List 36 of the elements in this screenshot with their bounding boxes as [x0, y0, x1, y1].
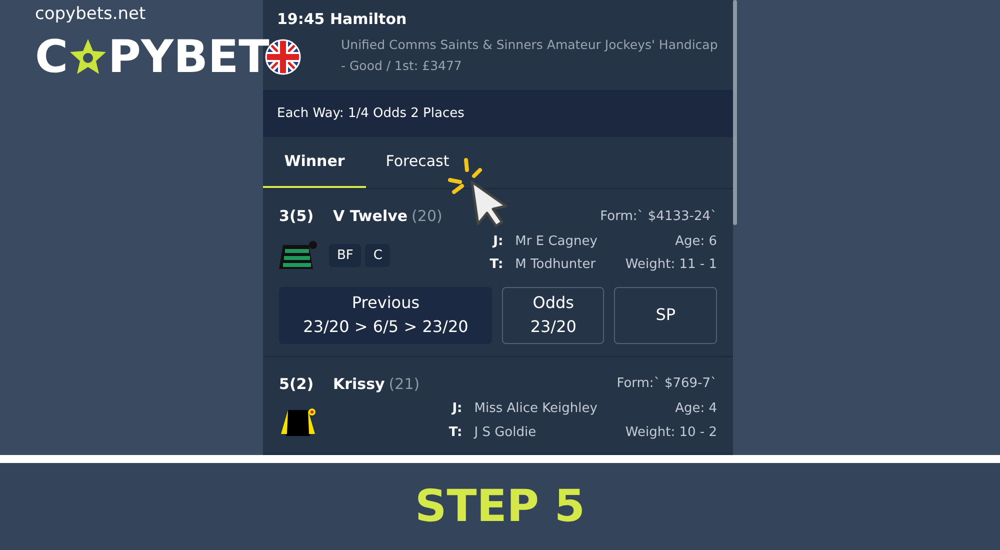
trainer-name: J S Goldie	[474, 424, 538, 442]
tab[interactable]: Forecast	[366, 137, 469, 188]
runner-age: Age: 6	[674, 232, 717, 250]
runner-number: 5(2)	[279, 374, 315, 394]
tab[interactable]: Winner	[263, 137, 366, 188]
odds-button[interactable]: Odds 23/20	[502, 286, 604, 344]
jockey-label: J:	[493, 232, 504, 250]
previous-odds-button[interactable]: Previous 23/20 > 6/5 > 23/20	[279, 286, 492, 344]
runner-tag: C	[365, 244, 390, 268]
runner-name: Krissy	[333, 374, 385, 394]
trainer-name: M Todhunter	[515, 256, 597, 274]
runner-tag: BF	[329, 244, 362, 268]
jockey-silk-icon	[279, 408, 317, 438]
race-name: Unified Comms Saints & Sinners Amateur Jockeys' Handicap	[340, 36, 719, 54]
jockey-name: Mr E Cagney	[515, 232, 598, 250]
runner-weight: Weight: 11 - 1	[624, 256, 717, 274]
star-icon	[68, 36, 108, 76]
runner-weight: Weight: 10 - 2	[624, 424, 717, 442]
runner-number: 3(5)	[279, 206, 315, 227]
runner-age: Age: 4	[674, 400, 717, 418]
step-title: STEP 5	[415, 480, 585, 534]
jockey-name: Miss Alice Keighley	[474, 400, 598, 418]
runner-rating: (21)	[388, 374, 420, 394]
sp-button[interactable]: SP	[614, 286, 717, 344]
trainer-label: T:	[448, 424, 462, 442]
jockey-silk-icon	[279, 240, 317, 270]
jockey-label: J:	[452, 400, 462, 418]
each-way-bar: Each Way: 1/4 Odds 2 Places	[263, 90, 733, 138]
runner-name: V Twelve	[333, 206, 408, 227]
trainer-label: T:	[490, 256, 504, 274]
runner-form: Form:` $769-7`	[616, 375, 717, 393]
race-title: 19:45 Hamilton	[277, 9, 408, 30]
site-url: copybets.net	[35, 3, 146, 26]
race-details: - Good / 1st: £3477	[340, 57, 463, 76]
runner-rating: (20)	[412, 206, 442, 227]
runner-form: Form:` $4133-24`	[600, 208, 717, 226]
